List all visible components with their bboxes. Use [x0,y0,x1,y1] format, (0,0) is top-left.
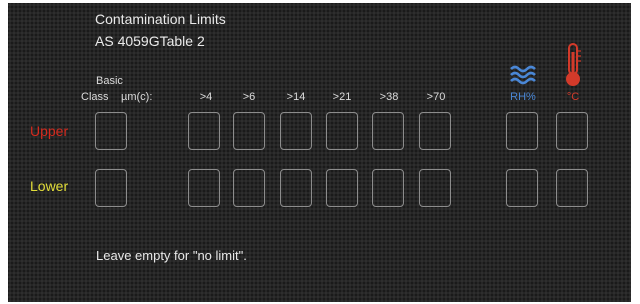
lower-size-4-field[interactable] [188,169,220,207]
size-header-38: >38 [379,91,399,103]
upper-humidity-field[interactable] [506,112,538,150]
size-header-4: >4 [199,91,213,103]
lower-temperature-field[interactable] [556,169,588,207]
lower-size-21-field[interactable] [326,169,358,207]
upper-basic-class-field[interactable] [95,112,127,150]
upper-size-6-field[interactable] [233,112,265,150]
upper-size-4-field[interactable] [188,112,220,150]
upper-temperature-field[interactable] [556,112,588,150]
basic-class-label-line1: Basic [96,75,123,87]
size-header-70: >70 [426,91,446,103]
temperature-label: °C [566,91,580,103]
lower-basic-class-field[interactable] [95,169,127,207]
size-header-6: >6 [242,91,256,103]
thermometer-icon [566,43,581,86]
lower-size-70-field[interactable] [419,169,451,207]
size-header-14: >14 [286,91,306,103]
water-waves-icon [510,65,536,85]
upper-size-14-field[interactable] [280,112,312,150]
humidity-label: RH% [510,91,536,103]
lower-size-14-field[interactable] [280,169,312,207]
size-header-21: >21 [332,91,352,103]
upper-size-70-field[interactable] [419,112,451,150]
hint-text: Leave empty for "no limit". [96,248,247,263]
basic-class-label-line2: Class [81,91,109,103]
micron-label: µm(c): [121,91,153,103]
lower-size-6-field[interactable] [233,169,265,207]
lower-row-label: Lower [30,178,69,194]
page-title: Contamination Limits [95,11,226,27]
upper-size-38-field[interactable] [372,112,404,150]
upper-row-label: Upper [30,123,69,139]
lower-humidity-field[interactable] [506,169,538,207]
lower-size-38-field[interactable] [372,169,404,207]
contamination-limits-panel: Contamination Limits AS 4059GTable 2 Bas… [8,3,631,302]
upper-size-21-field[interactable] [326,112,358,150]
page-subtitle: AS 4059GTable 2 [95,33,205,49]
